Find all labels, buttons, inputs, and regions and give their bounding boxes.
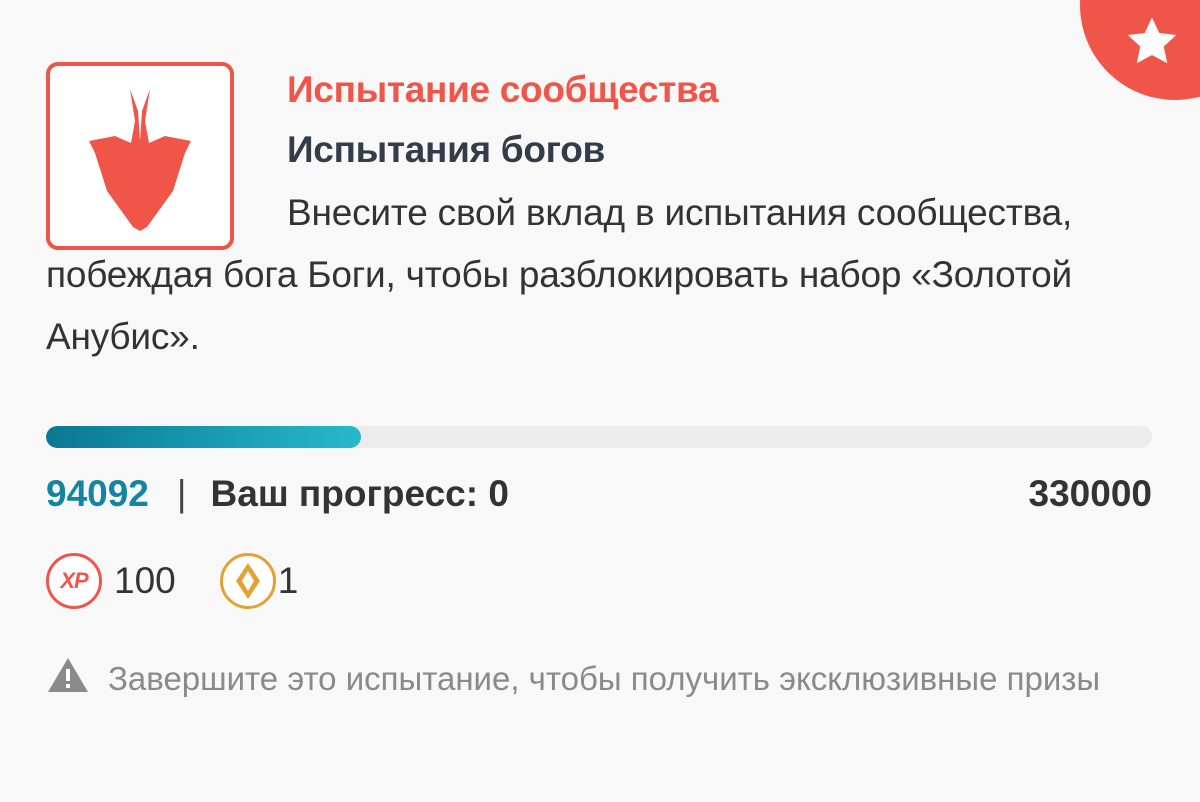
challenge-card: Испытание сообщества Испытания богов Вне… <box>0 0 1200 802</box>
your-progress-label: Ваш прогресс: 0 <box>210 473 509 514</box>
xp-icon: XP <box>46 553 102 609</box>
progress-info: 94092 | Ваш прогресс: 0 330000 <box>46 470 1152 518</box>
reward-xp: XP 100 <box>46 553 176 609</box>
progress-target-value: 330000 <box>1028 473 1152 514</box>
reward-xp-value: 100 <box>114 560 176 601</box>
challenge-description: Внесите свой вклад в испытания сообществ… <box>46 192 1073 357</box>
xp-icon-text: XP <box>60 568 88 593</box>
reward-gem: 1 <box>219 553 299 609</box>
progress-separator: | <box>176 473 187 514</box>
rewards-list: XP 100 1 <box>46 553 298 609</box>
notice-text: Завершите это испытание, чтобы получить … <box>108 660 1101 697</box>
community-progress-value: 94092 <box>46 473 149 514</box>
challenge-title: Испытания богов <box>287 129 606 170</box>
progress-bar-fill <box>46 426 362 448</box>
reward-gem-value: 1 <box>277 560 299 601</box>
warning-icon <box>48 658 88 692</box>
gem-icon <box>219 553 276 609</box>
challenge-header: Испытание сообщества Испытания богов <box>287 62 1167 182</box>
challenge-type-label: Испытание сообщества <box>287 69 719 110</box>
progress-bar <box>46 426 1152 448</box>
exclusive-prizes-notice: Завершите это испытание, чтобы получить … <box>46 648 1166 710</box>
